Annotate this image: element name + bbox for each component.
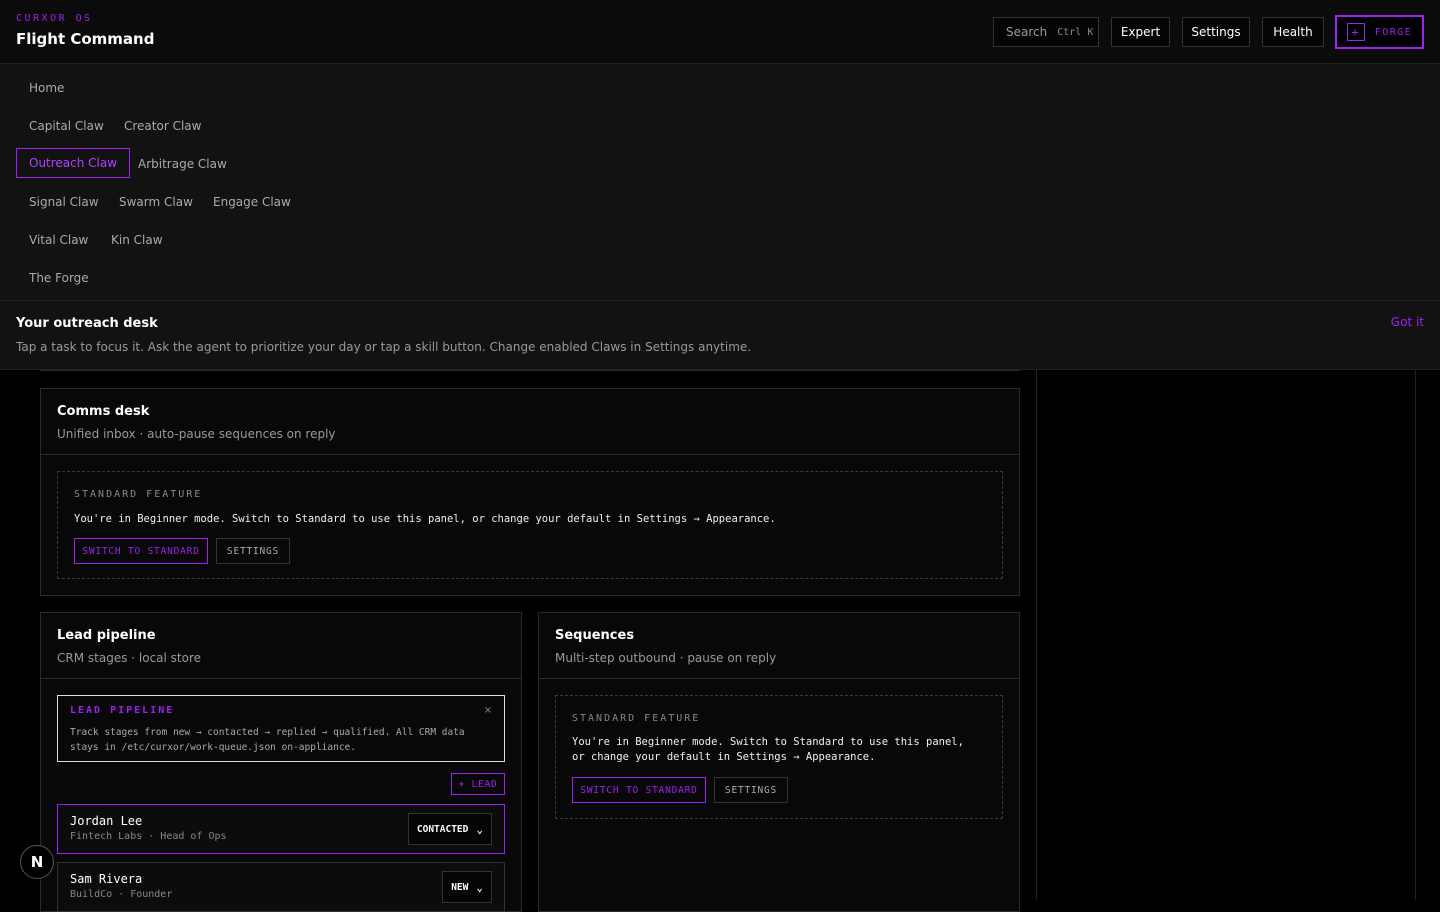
stage-select[interactable]: CONTACTED ⌄ — [407, 813, 492, 845]
stage-value: NEW — [451, 881, 469, 893]
nav-item-arbitrage-claw[interactable]: Arbitrage Claw — [126, 149, 239, 179]
lead-name: Sam Rivera — [70, 872, 143, 886]
stage-select[interactable]: NEW ⌄ — [442, 871, 492, 903]
forge-label: FORGE — [1374, 26, 1413, 38]
lead-card[interactable]: Jordan Lee Fintech Labs · Head of Ops CO… — [57, 804, 505, 854]
lead-name: Jordan Lee — [70, 814, 143, 828]
nav-item-vital-claw[interactable]: Vital Claw — [17, 225, 100, 255]
lead-pipeline-info: LEAD PIPELINE Track stages from new → co… — [57, 695, 505, 762]
column-divider — [1415, 370, 1416, 900]
nav-item-kin-claw[interactable]: Kin Claw — [99, 225, 175, 255]
banner-title: Your outreach desk — [16, 316, 158, 331]
standard-feature-box: STANDARD FEATURE You're in Beginner mode… — [555, 695, 1003, 819]
panel-header: Lead pipeline CRM stages · local store — [41, 613, 521, 679]
nav-item-signal-claw[interactable]: Signal Claw — [17, 187, 111, 217]
standard-feature-text: You're in Beginner mode. Switch to Stand… — [74, 513, 776, 525]
nav-item-swarm-claw[interactable]: Swarm Claw — [107, 187, 205, 217]
lead-meta: Fintech Labs · Head of Ops — [70, 831, 227, 842]
lead-pipeline-panel: Lead pipeline CRM stages · local store L… — [40, 612, 522, 912]
panel-title: Comms desk — [57, 404, 150, 419]
health-button[interactable]: Health — [1262, 17, 1324, 47]
search-label: Search — [1006, 25, 1048, 39]
forge-button[interactable]: + FORGE — [1335, 15, 1424, 49]
switch-to-standard-button[interactable]: SWITCH TO STANDARD — [74, 538, 208, 564]
info-text: Track stages from new → contacted → repl… — [70, 727, 465, 753]
nav-item-home[interactable]: Home — [17, 73, 76, 103]
stage-value: CONTACTED — [416, 823, 469, 835]
add-lead-button[interactable]: + LEAD — [451, 773, 505, 795]
panel-header: Comms desk Unified inbox · auto-pause se… — [41, 389, 1019, 455]
sequences-panel: Sequences Multi-step outbound · pause on… — [538, 612, 1020, 912]
brand-os-label: CURXOR OS — [16, 13, 93, 24]
nav-item-creator-claw[interactable]: Creator Claw — [112, 111, 213, 141]
nav-item-the-forge[interactable]: The Forge — [17, 263, 101, 293]
settings-button[interactable]: Settings — [1182, 17, 1250, 47]
chevron-down-icon: ⌄ — [476, 822, 483, 836]
lead-card[interactable]: Sam Rivera BuildCo · Founder NEW ⌄ — [57, 862, 505, 912]
app-header: CURXOR OS Flight Command Search Ctrl K E… — [0, 0, 1440, 64]
banner-text: Tap a task to focus it. Ask the agent to… — [16, 340, 752, 354]
expert-mode-button[interactable]: Expert — [1111, 17, 1170, 47]
standard-feature-box: STANDARD FEATURE You're in Beginner mode… — [57, 471, 1003, 579]
onboarding-banner: Your outreach desk Tap a task to focus i… — [0, 301, 1440, 370]
divider — [40, 370, 1020, 371]
comms-desk-panel: Comms desk Unified inbox · auto-pause se… — [40, 388, 1020, 596]
search-shortcut: Ctrl K — [1057, 26, 1094, 38]
switch-to-standard-button[interactable]: SWITCH TO STANDARD — [572, 777, 706, 803]
panel-header: Sequences Multi-step outbound · pause on… — [539, 613, 1019, 679]
settings-button[interactable]: SETTINGS — [216, 538, 290, 564]
panel-subtitle: Multi-step outbound · pause on reply — [555, 651, 777, 665]
standard-feature-text: You're in Beginner mode. Switch to Stand… — [572, 736, 964, 763]
lead-meta: BuildCo · Founder — [70, 889, 173, 900]
standard-feature-label: STANDARD FEATURE — [572, 713, 701, 724]
column-divider — [1036, 370, 1037, 900]
standard-feature-label: STANDARD FEATURE — [74, 489, 203, 500]
claw-nav: Home Capital Claw Creator Claw Outreach … — [0, 64, 1440, 301]
app-title: Flight Command — [16, 30, 155, 48]
got-it-button[interactable]: Got it — [1391, 315, 1424, 329]
chevron-down-icon: ⌄ — [476, 880, 483, 894]
assistant-fab[interactable]: N — [20, 845, 54, 879]
panel-title: Lead pipeline — [57, 628, 156, 643]
nav-item-outreach-claw[interactable]: Outreach Claw — [16, 148, 131, 178]
nav-item-engage-claw[interactable]: Engage Claw — [201, 187, 303, 217]
panel-title: Sequences — [555, 628, 635, 643]
panel-subtitle: CRM stages · local store — [57, 651, 202, 665]
panel-subtitle: Unified inbox · auto-pause sequences on … — [57, 427, 336, 441]
plus-icon: + — [1346, 23, 1365, 41]
settings-button[interactable]: SETTINGS — [714, 777, 788, 803]
nav-item-capital-claw[interactable]: Capital Claw — [17, 111, 116, 141]
close-icon[interactable]: × — [484, 705, 492, 716]
search-button[interactable]: Search Ctrl K — [993, 17, 1099, 47]
info-label: LEAD PIPELINE — [70, 705, 175, 716]
